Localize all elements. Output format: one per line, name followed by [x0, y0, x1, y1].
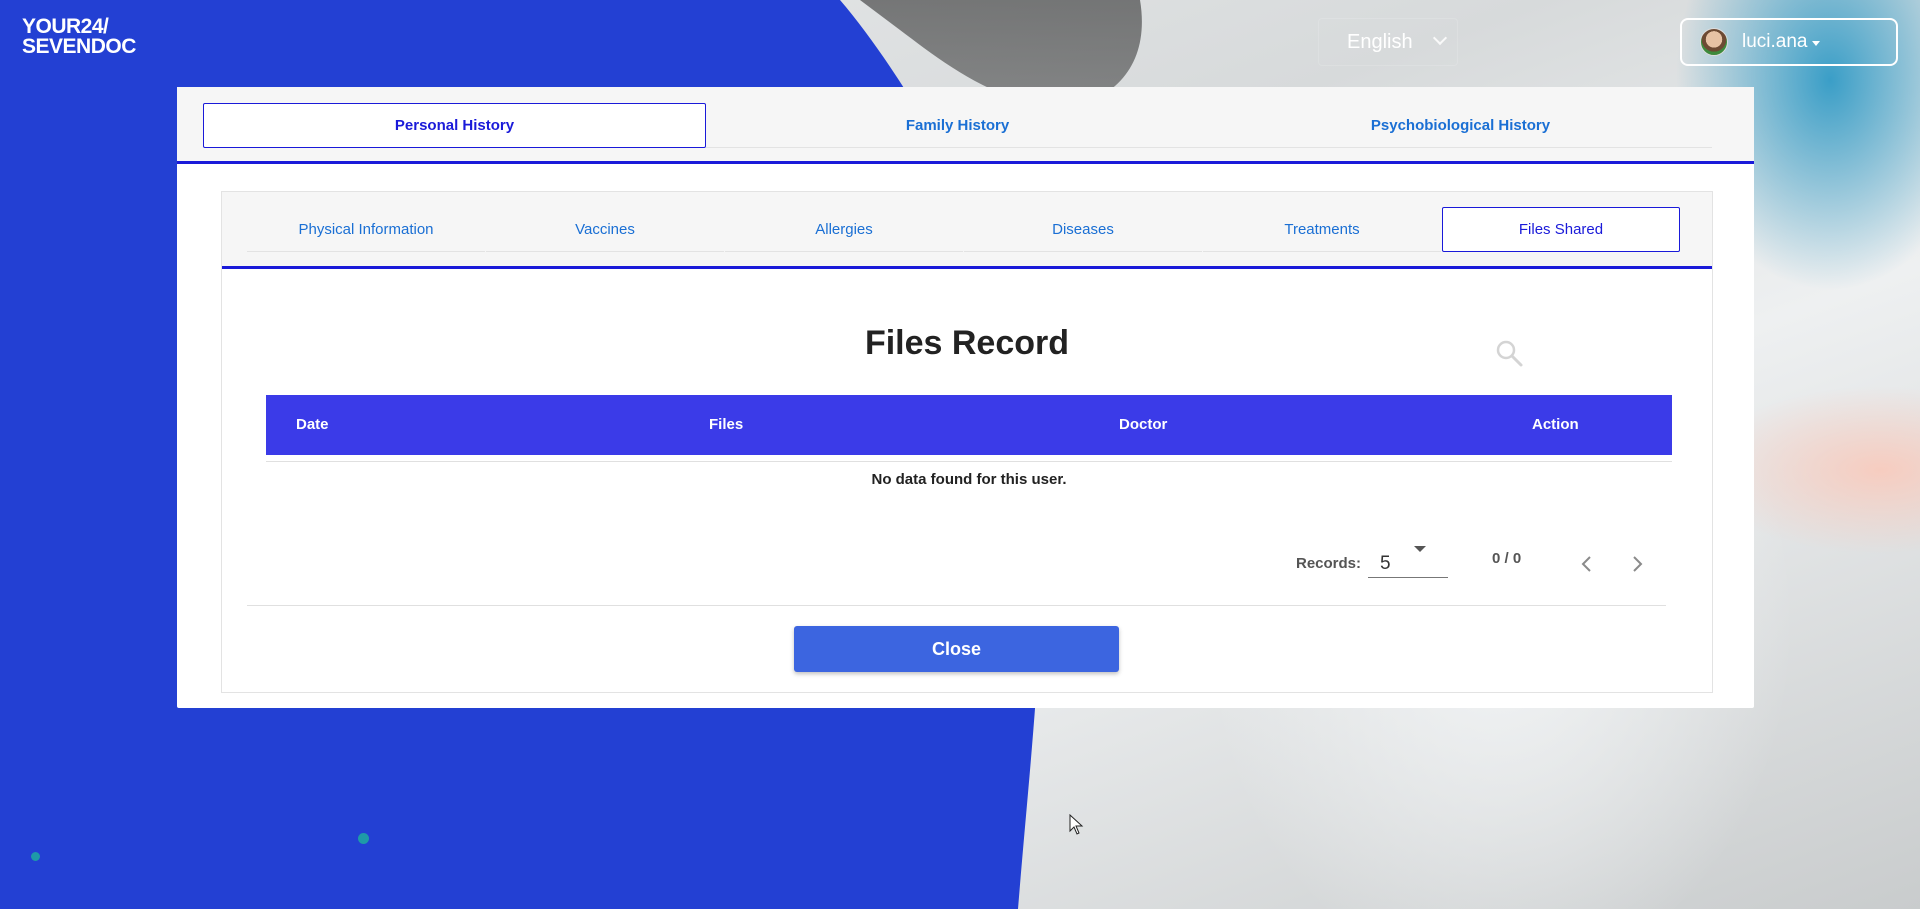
avatar	[1700, 28, 1728, 56]
caret-down-icon	[1811, 40, 1820, 46]
chevron-down-icon	[1432, 30, 1448, 46]
page-count: 0 / 0	[1492, 550, 1522, 567]
username-label: luci.ana	[1742, 31, 1808, 52]
history-panel: Personal History Family History Psychobi…	[177, 87, 1754, 708]
footer-divider	[247, 605, 1666, 606]
sub-tab-bar: Physical Information Vaccines Allergies …	[222, 192, 1712, 269]
dropdown-arrow-icon	[1414, 546, 1426, 552]
mouse-cursor-icon	[1069, 814, 1084, 835]
tab-diseases[interactable]: Diseases	[964, 207, 1202, 252]
page-title: Files Record	[864, 324, 1070, 362]
records-per-page-value: 5	[1380, 553, 1391, 574]
next-page-icon[interactable]	[1625, 552, 1649, 576]
user-menu-button[interactable]: luci.ana	[1680, 18, 1898, 66]
tab-physical-information[interactable]: Physical Information	[247, 207, 485, 252]
tab-treatments[interactable]: Treatments	[1203, 207, 1441, 252]
tab-family-history[interactable]: Family History	[706, 103, 1209, 148]
table-divider	[266, 461, 1672, 462]
column-header-date[interactable]: Date	[296, 416, 329, 433]
personal-history-content: Physical Information Vaccines Allergies …	[221, 191, 1713, 693]
app-logo[interactable]: YOUR24/ SEVENDOC	[22, 16, 136, 57]
column-header-action[interactable]: Action	[1532, 416, 1579, 433]
language-select[interactable]: English	[1318, 18, 1458, 66]
decorative-dot	[358, 833, 369, 844]
table-header: Date Files Doctor Action	[266, 395, 1672, 455]
previous-page-icon[interactable]	[1575, 552, 1599, 576]
records-label: Records:	[1296, 555, 1362, 572]
close-button[interactable]: Close	[794, 626, 1119, 672]
tab-personal-history[interactable]: Personal History	[203, 103, 706, 148]
empty-table-message: No data found for this user.	[871, 471, 1067, 488]
decorative-dot	[31, 852, 40, 861]
language-value: English	[1347, 30, 1413, 53]
search-icon[interactable]	[1494, 338, 1524, 368]
top-tab-bar: Personal History Family History Psychobi…	[177, 87, 1754, 164]
tab-allergies[interactable]: Allergies	[725, 207, 963, 252]
tab-vaccines[interactable]: Vaccines	[486, 207, 724, 252]
records-per-page-select[interactable]: 5	[1368, 538, 1448, 578]
tab-files-shared[interactable]: Files Shared	[1442, 207, 1680, 252]
column-header-doctor[interactable]: Doctor	[1119, 416, 1167, 433]
tab-psychobiological-history[interactable]: Psychobiological History	[1209, 103, 1712, 148]
column-header-files[interactable]: Files	[709, 416, 743, 433]
